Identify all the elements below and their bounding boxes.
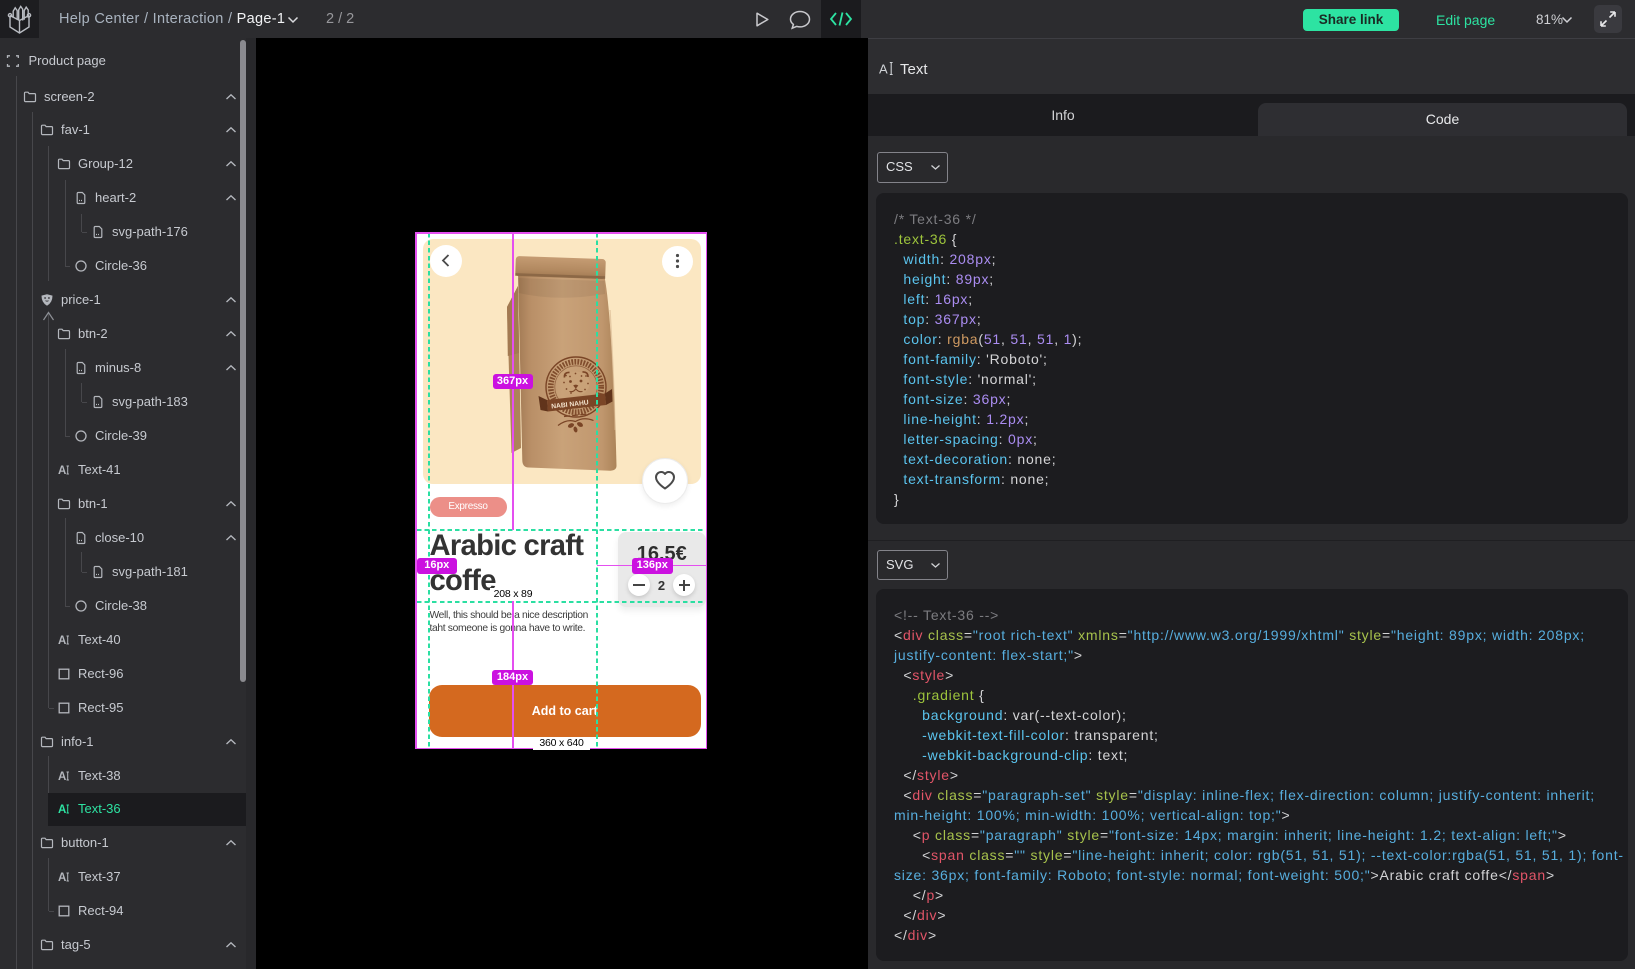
svg-text:A: A <box>58 872 66 884</box>
svg-text:A: A <box>58 804 66 816</box>
svg-text:A: A <box>58 635 66 647</box>
svg-text:A: A <box>58 465 66 477</box>
svg-text:A: A <box>879 62 888 77</box>
svg-text:A: A <box>58 771 66 783</box>
